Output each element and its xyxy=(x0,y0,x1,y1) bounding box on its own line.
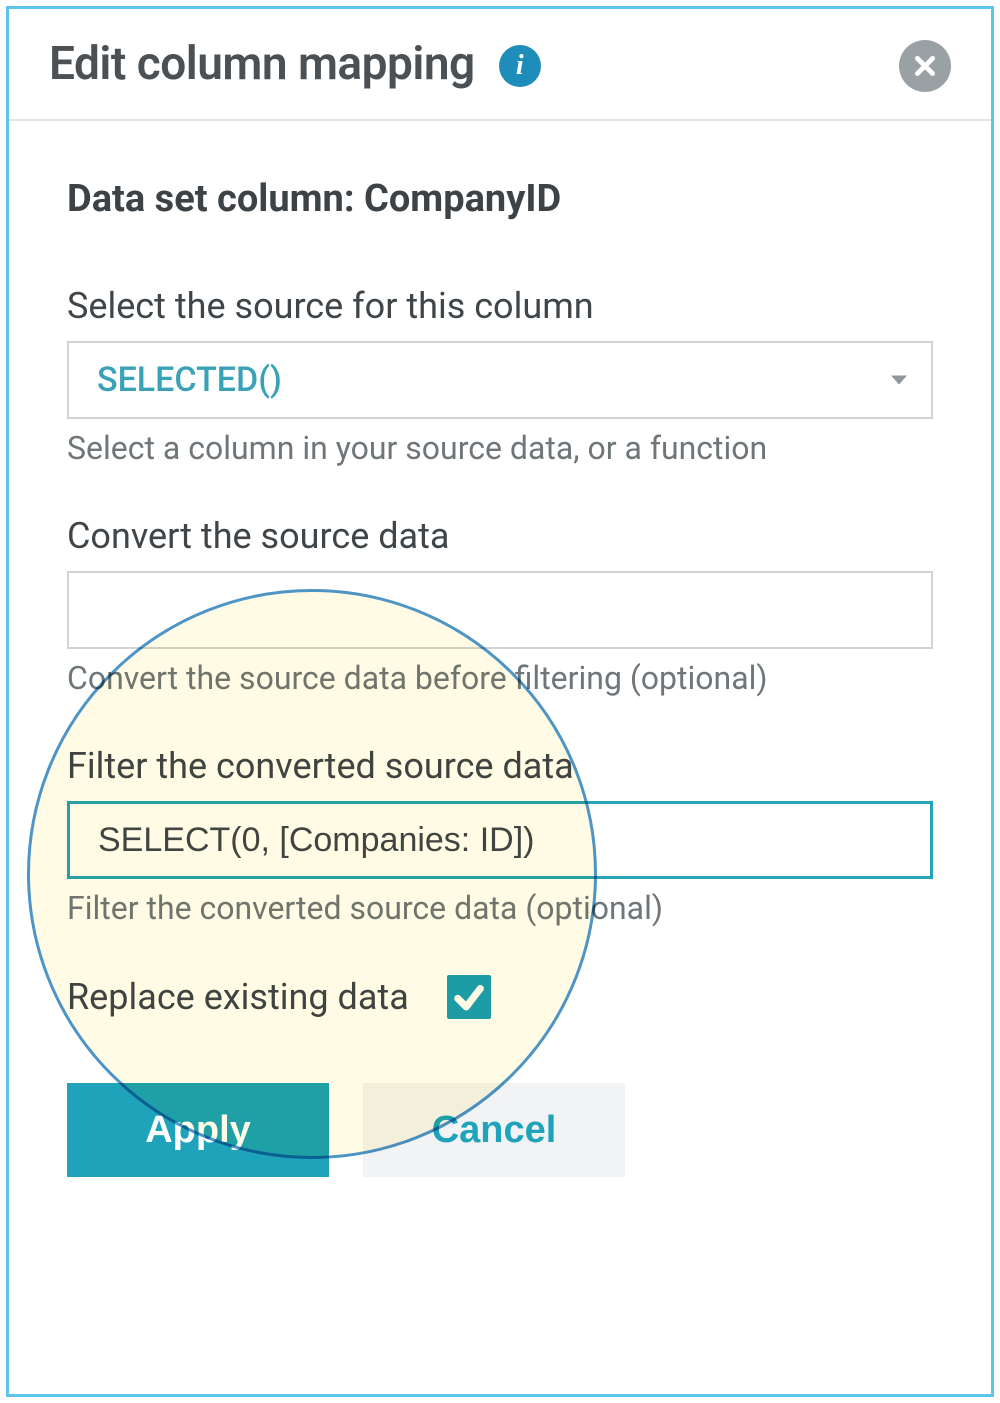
close-icon xyxy=(912,53,938,79)
chevron-down-icon xyxy=(891,376,907,385)
convert-label: Convert the source data xyxy=(67,515,933,557)
replace-checkbox[interactable] xyxy=(447,975,491,1019)
convert-field: Convert the source data Convert the sour… xyxy=(67,515,933,697)
source-select[interactable]: SELECTED() xyxy=(67,341,933,419)
dialog-header: Edit column mapping i xyxy=(9,9,991,121)
convert-input[interactable] xyxy=(67,571,933,649)
filter-input[interactable] xyxy=(67,801,933,879)
convert-help: Convert the source data before filtering… xyxy=(67,659,933,697)
source-help: Select a column in your source data, or … xyxy=(67,429,933,467)
filter-help: Filter the converted source data (option… xyxy=(67,889,933,927)
filter-label: Filter the converted source data xyxy=(67,745,933,787)
info-icon[interactable]: i xyxy=(499,45,541,87)
close-button[interactable] xyxy=(899,40,951,92)
dialog-title: Edit column mapping xyxy=(49,37,475,91)
filter-field: Filter the converted source data Filter … xyxy=(67,745,933,927)
cancel-button[interactable]: Cancel xyxy=(363,1083,625,1177)
check-icon xyxy=(452,980,486,1014)
button-row: Apply Cancel xyxy=(67,1083,933,1177)
dialog-body: Data set column: CompanyID Select the so… xyxy=(9,121,991,1217)
replace-label: Replace existing data xyxy=(67,976,409,1018)
replace-row: Replace existing data xyxy=(67,975,933,1019)
source-label: Select the source for this column xyxy=(67,285,933,327)
apply-button[interactable]: Apply xyxy=(67,1083,329,1177)
source-field: Select the source for this column SELECT… xyxy=(67,285,933,467)
column-heading: Data set column: CompanyID xyxy=(67,177,933,221)
edit-column-mapping-dialog: Edit column mapping i Data set column: C… xyxy=(6,6,994,1397)
source-select-value: SELECTED() xyxy=(97,360,282,400)
